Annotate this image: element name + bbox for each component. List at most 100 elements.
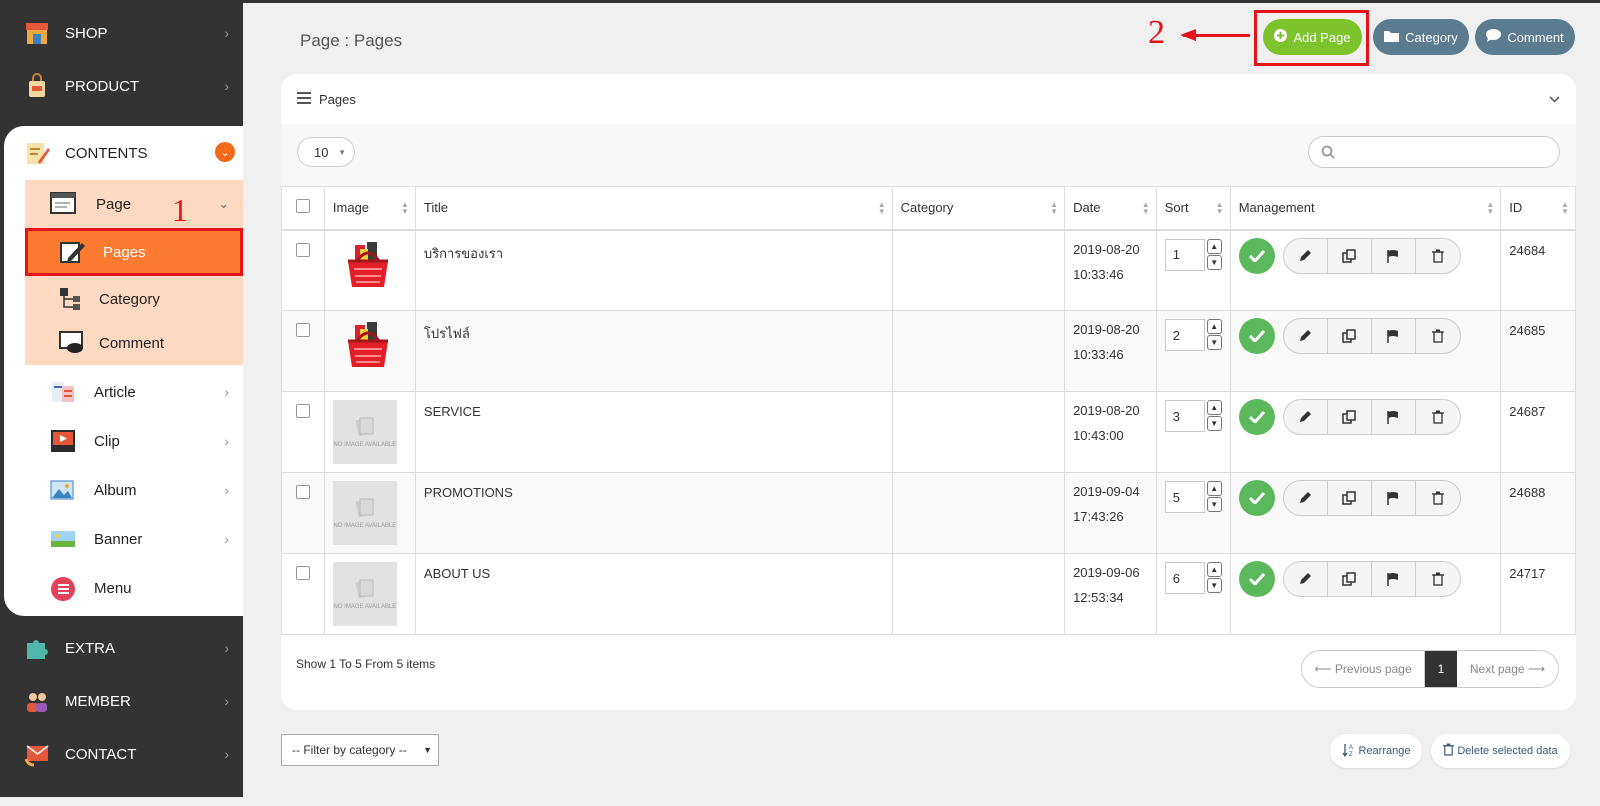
flag-icon[interactable] [1372, 562, 1416, 596]
flag-icon[interactable] [1372, 319, 1416, 353]
table-row[interactable]: NO IMAGE AVAILABLE PROMOTIONS 2019-09-04… [281, 472, 1576, 554]
flag-icon[interactable] [1372, 238, 1416, 273]
sidebar-item-product[interactable]: PRODUCT › [0, 60, 243, 112]
sidebar-item-menu[interactable]: Menu [25, 564, 243, 612]
sidebar-item-album[interactable]: Album › [25, 466, 243, 514]
page-length-select[interactable]: 10 ▼ [297, 137, 355, 167]
move-down-icon[interactable]: ▼ [1206, 416, 1222, 431]
publish-check-button[interactable] [1238, 480, 1275, 516]
sort-order-input[interactable]: 1 [1164, 238, 1205, 271]
flag-icon[interactable] [1372, 481, 1416, 515]
sidebar-item-clip[interactable]: Clip › [25, 417, 243, 465]
move-down-icon[interactable]: ▼ [1206, 254, 1222, 270]
move-down-icon[interactable]: ▼ [1206, 335, 1222, 350]
publish-check-button[interactable] [1238, 237, 1275, 274]
column-header-title[interactable]: Title ▲ ▼ [414, 186, 893, 231]
sidebar-item-extra[interactable]: EXTRA › [0, 622, 243, 674]
filter-by-category-select[interactable]: -- Filter by category -- ▼ [281, 734, 439, 766]
column-header-category[interactable]: Category ▲ ▼ [891, 186, 1066, 231]
collapse-chevron-icon[interactable] [1549, 92, 1560, 106]
sort-order-input[interactable]: 3 [1164, 400, 1205, 432]
row-date: 2019-08-20 [1073, 403, 1140, 418]
next-page-button[interactable]: Next page ⟶ [1457, 651, 1558, 687]
duplicate-icon[interactable] [1328, 238, 1372, 273]
edit-pencil-icon[interactable] [1284, 562, 1328, 596]
trash-icon[interactable] [1416, 481, 1460, 515]
duplicate-icon[interactable] [1328, 319, 1372, 353]
row-id: 24687 [1500, 391, 1576, 473]
puzzle-icon [24, 635, 50, 661]
table-row[interactable]: บริการของเรา 2019-08-20 10:33:46 1 ▲ ▼ 2468… [281, 229, 1576, 311]
column-header-id[interactable]: ID ▲ ▼ [1500, 186, 1576, 231]
move-up-icon[interactable]: ▲ [1206, 400, 1222, 415]
trash-icon[interactable] [1416, 239, 1460, 273]
sidebar-item-page[interactable]: Page ⌄ [25, 184, 243, 224]
previous-page-button[interactable]: ⟵ Previous page [1302, 651, 1425, 687]
duplicate-icon[interactable] [1328, 400, 1372, 434]
category-button[interactable]: Category [1373, 19, 1469, 55]
sidebar-item-shop[interactable]: SHOP › [0, 7, 243, 59]
sort-order-input[interactable]: 5 [1164, 481, 1205, 513]
flag-icon[interactable] [1372, 400, 1416, 434]
delete-selected-button[interactable]: Delete selected data [1431, 734, 1570, 768]
move-down-icon[interactable]: ▼ [1206, 578, 1222, 593]
caret-down-icon: ▼ [423, 745, 432, 755]
comment-button[interactable]: Comment [1475, 19, 1575, 55]
row-checkbox[interactable] [296, 485, 310, 499]
page-title: Page : Pages [300, 31, 403, 50]
row-checkbox[interactable] [296, 566, 310, 580]
move-down-icon[interactable]: ▼ [1206, 497, 1222, 512]
sidebar-item-contents[interactable]: CONTENTS ⌄ [4, 126, 243, 180]
move-up-icon[interactable]: ▲ [1206, 238, 1222, 254]
column-header-management[interactable]: Management ▲ ▼ [1229, 186, 1502, 231]
sidebar-item-banner[interactable]: Banner › [25, 515, 243, 563]
edit-pencil-icon[interactable] [1284, 238, 1328, 273]
sidebar-item-article[interactable]: Article › [25, 368, 243, 416]
sidebar-item-category[interactable]: Category [25, 278, 243, 320]
edit-pencil-icon[interactable] [1284, 319, 1328, 353]
publish-check-button[interactable] [1238, 561, 1275, 597]
sort-order-input[interactable]: 2 [1164, 319, 1205, 351]
row-title: ABOUT US [414, 553, 893, 635]
rearrange-button[interactable]: AZ Rearrange [1330, 734, 1422, 768]
row-checkbox[interactable] [296, 242, 310, 257]
basket-thumbnail-icon[interactable] [345, 319, 407, 381]
no-image-placeholder[interactable]: NO IMAGE AVAILABLE [332, 481, 397, 545]
chevron-down-icon[interactable]: ⌄ [215, 142, 235, 162]
sidebar-item-member[interactable]: MEMBER › [0, 675, 243, 727]
sidebar-item-comment[interactable]: Comment [25, 322, 243, 364]
sidebar-item-contact[interactable]: CONTACT › [0, 728, 243, 780]
duplicate-icon[interactable] [1328, 562, 1372, 596]
column-header-image[interactable]: Image ▲ ▼ [323, 186, 416, 231]
basket-thumbnail-icon[interactable] [345, 239, 407, 301]
publish-check-button[interactable] [1238, 399, 1275, 435]
column-header-date[interactable]: Date ▲ ▼ [1064, 186, 1157, 231]
edit-pencil-icon[interactable] [1284, 400, 1328, 434]
add-page-button[interactable]: Add Page [1263, 19, 1362, 55]
row-category [891, 229, 1066, 311]
table-row[interactable]: NO IMAGE AVAILABLE SERVICE 2019-08-20 10:… [281, 391, 1576, 473]
table-row[interactable]: NO IMAGE AVAILABLE ABOUT US 2019-09-06 12… [281, 553, 1576, 635]
no-image-placeholder[interactable]: NO IMAGE AVAILABLE [332, 400, 397, 464]
pagination: ⟵ Previous page 1 Next page ⟶ [1301, 650, 1559, 688]
sidebar-item-pages[interactable]: Pages [25, 228, 243, 276]
trash-icon[interactable] [1416, 562, 1460, 596]
trash-icon[interactable] [1416, 400, 1460, 434]
move-up-icon[interactable]: ▲ [1206, 562, 1222, 577]
publish-check-button[interactable] [1238, 318, 1275, 354]
row-checkbox[interactable] [296, 404, 310, 418]
sort-order-input[interactable]: 6 [1164, 562, 1205, 594]
duplicate-icon[interactable] [1328, 481, 1372, 515]
column-header-sort[interactable]: Sort ▲ ▼ [1155, 186, 1231, 231]
move-up-icon[interactable]: ▲ [1206, 319, 1222, 334]
row-checkbox[interactable] [296, 323, 310, 337]
select-all-checkbox[interactable] [296, 199, 310, 214]
current-page-button[interactable]: 1 [1425, 651, 1457, 687]
search-input[interactable] [1308, 136, 1560, 168]
edit-pencil-icon[interactable] [1284, 481, 1328, 515]
sort-alpha-icon: AZ [1341, 743, 1356, 760]
trash-icon[interactable] [1416, 319, 1460, 353]
no-image-placeholder[interactable]: NO IMAGE AVAILABLE [332, 562, 397, 626]
move-up-icon[interactable]: ▲ [1206, 481, 1222, 496]
table-row[interactable]: โปรไฟล์ 2019-08-20 10:33:46 2 ▲ ▼ 24685 [281, 310, 1576, 392]
